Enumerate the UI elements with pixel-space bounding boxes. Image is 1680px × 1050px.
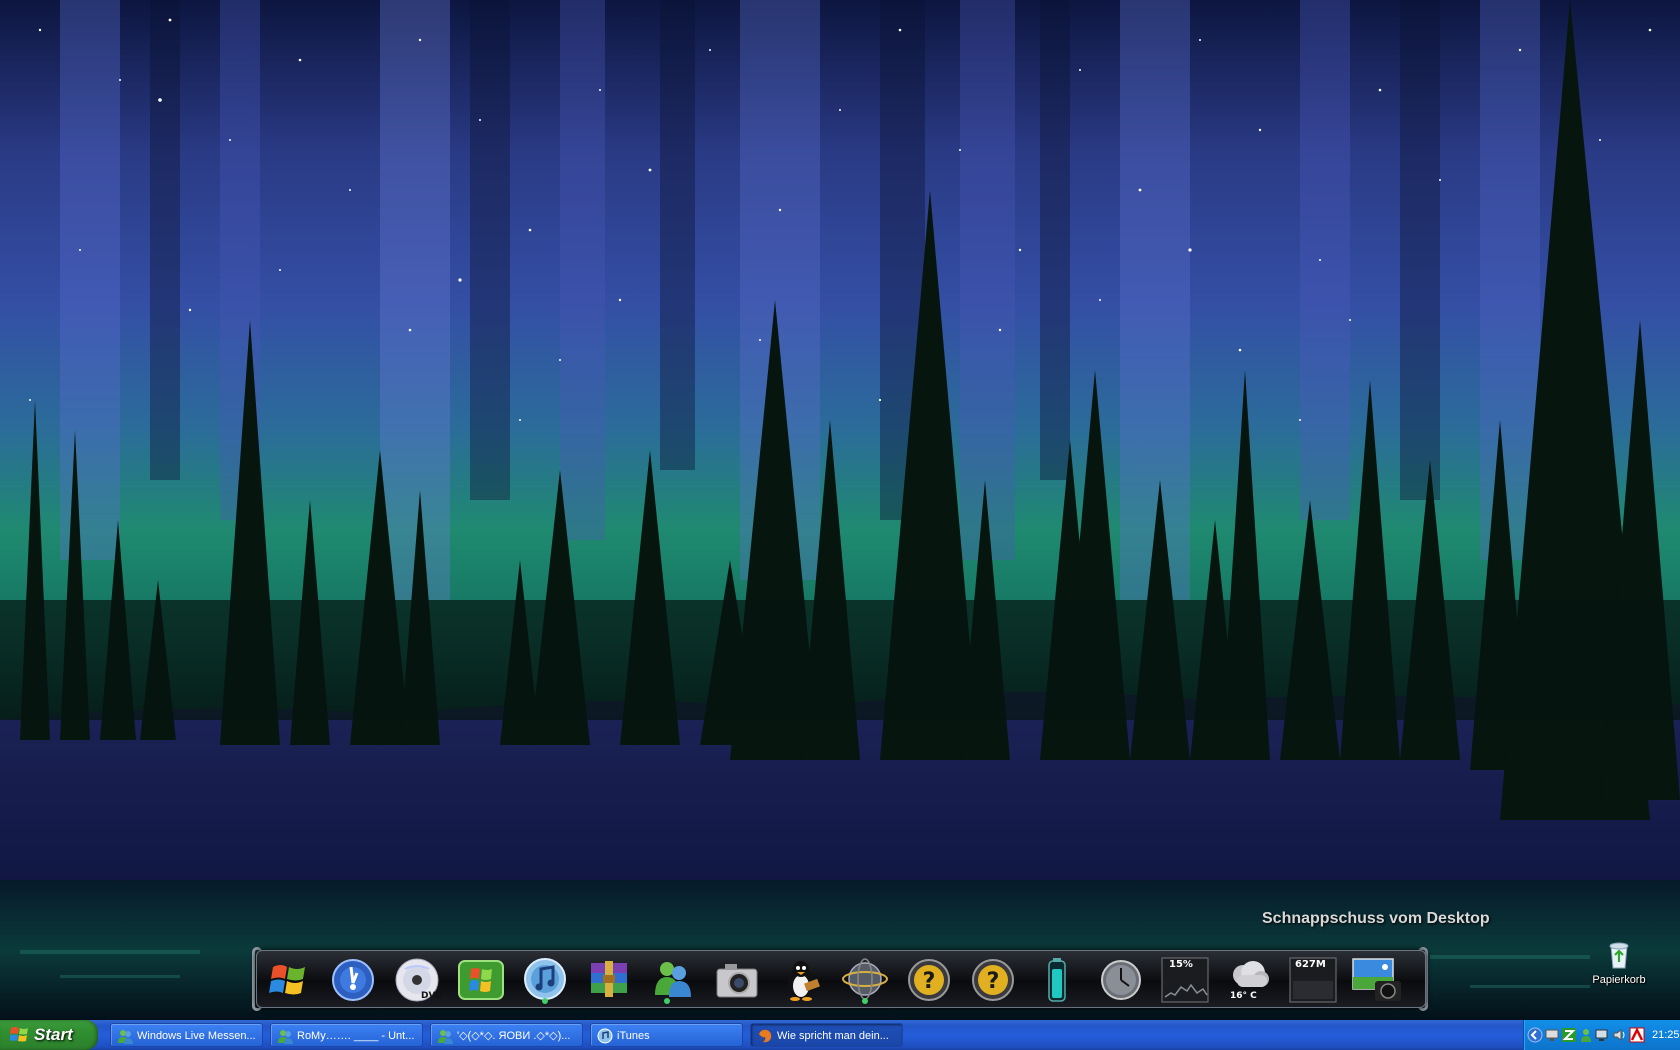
itunes-icon [524,958,566,1004]
svg-text:?: ? [987,969,1000,994]
desktop[interactable]: Schnappschuss vom Desktop Papierkorb DVD… [0,0,1680,1020]
task-button-firefox[interactable]: Wie spricht man dein... [750,1023,903,1047]
task-button-itunes[interactable]: iTunes [590,1023,743,1047]
monitor-icon[interactable] [1595,1027,1611,1043]
photo-camera-icon [1352,958,1401,1001]
system-tray: 21:25 [1523,1020,1680,1050]
start-button[interactable]: Start [0,1020,98,1050]
weather-temperature: 16° C [1230,991,1257,1001]
dock-item-help-2[interactable]: ? [967,955,1019,1005]
penguin-icon [788,961,820,1001]
camera-icon [716,964,758,998]
dock-item-help-1[interactable]: ? [903,955,955,1005]
recycle-bin-label: Papierkorb [1592,974,1646,986]
globe-icon [842,958,888,1004]
task-button-chat-2[interactable]: '◇(◇*◇. ЯOBИ .◇*◇)... [430,1023,583,1047]
memory-usage: 627M [1295,959,1326,970]
task-label: Wie spricht man dein... [777,1030,889,1042]
dvd-label: DVD [421,991,443,1001]
dock-item-weather[interactable]: 16° C [1223,955,1275,1005]
recycle-bin-icon [1609,942,1629,969]
taskbar-clock[interactable]: 21:25 [1652,1020,1680,1050]
desktop-snapshot-label: Schnappschuss vom Desktop [1262,910,1490,927]
dock-item-cpu-meter[interactable]: 15% [1159,955,1211,1005]
recycle-bin-desktop-icon[interactable]: Papierkorb [1579,938,1659,986]
dock-item-photo[interactable] [1351,955,1403,1005]
dock-item-battery[interactable] [1031,955,1083,1005]
network-icon[interactable] [1544,1027,1560,1043]
task-button-chat-romy[interactable]: RoMy……. ____ - Unt... [270,1023,423,1047]
dock-item-memory-meter[interactable]: 627M [1287,955,1339,1005]
task-button-messenger[interactable]: Windows Live Messen... [110,1023,263,1047]
messenger-icon [118,1030,133,1044]
dock-item-windows[interactable] [263,955,315,1005]
task-label: Windows Live Messen... [137,1030,256,1042]
dock-item-globe[interactable] [839,955,891,1005]
cpu-percent: 15% [1169,959,1193,970]
question-icon: ? [972,959,1014,1001]
dock-item-windows-xp[interactable] [455,955,507,1005]
windows-flag-icon [269,965,305,995]
windows-flag-icon [10,1027,28,1042]
dock-bar: DVD ? ? 15% 16° C 627M [256,950,1426,1008]
winrar-icon [591,961,627,997]
battery-icon [1048,958,1066,1002]
task-label: iTunes [617,1030,650,1042]
messenger-icon [278,1030,293,1044]
firefox-icon [758,1029,772,1043]
messenger-icon [655,962,691,1004]
zone-alarm-icon[interactable] [1561,1027,1577,1043]
dock-item-camera[interactable] [711,955,763,1005]
dock-item-winrar[interactable] [583,955,635,1005]
arrow-icon[interactable] [1527,1027,1543,1043]
dock-item-clock[interactable] [1095,955,1147,1005]
dock-item-messenger[interactable] [647,955,699,1005]
question-icon: ? [908,959,950,1001]
clock-icon [1101,960,1141,1000]
messenger-icon [438,1030,453,1044]
task-label: RoMy……. ____ - Unt... [297,1030,415,1042]
task-label: '◇(◇*◇. ЯOBИ .◇*◇)... [457,1030,571,1042]
wallpaper-aurora-forest [0,0,1680,1020]
dock-item-itunes[interactable] [519,955,571,1005]
volume-icon[interactable] [1612,1027,1628,1043]
dock-item-media-player[interactable] [327,955,379,1005]
itunes-icon [597,1028,613,1044]
dock-item-dvd[interactable]: DVD [391,955,443,1005]
media-player-icon [332,959,374,1001]
start-label: Start [34,1025,73,1044]
taskbar: Start Windows Live Messen... RoMy……. ___… [0,1020,1680,1050]
antivirus-icon[interactable] [1629,1027,1645,1043]
svg-text:?: ? [923,969,936,994]
dock-item-penguin[interactable] [775,955,827,1005]
messenger-icon[interactable] [1578,1027,1594,1043]
windows-xp-icon [458,960,504,1000]
